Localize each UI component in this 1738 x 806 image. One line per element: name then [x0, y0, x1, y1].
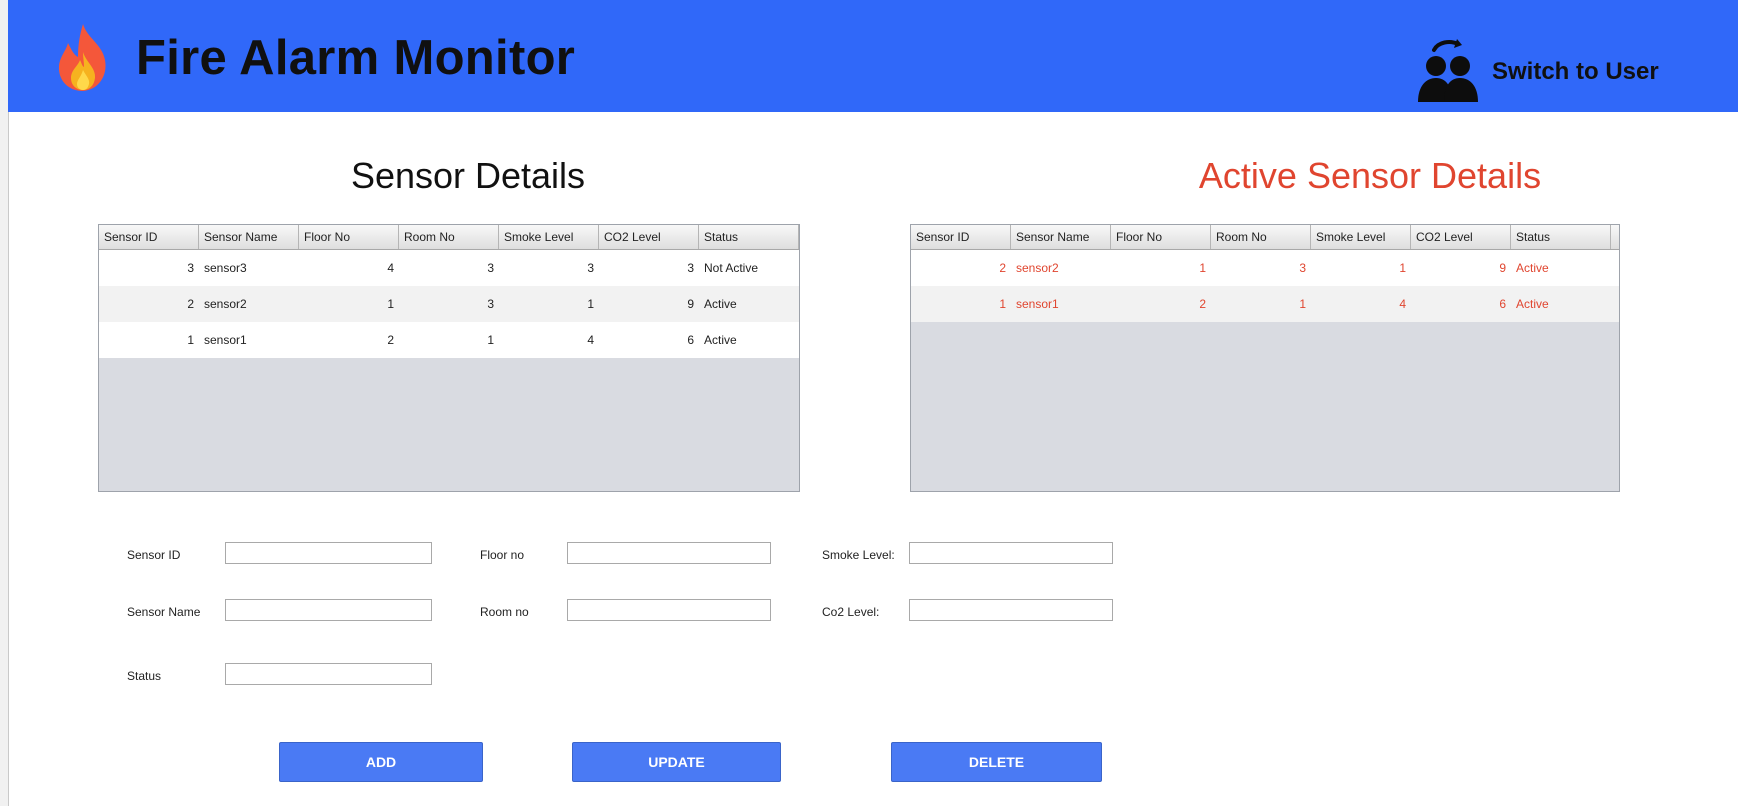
- cell-room-no: 3: [487, 261, 494, 275]
- column-header-sensor-id[interactable]: Sensor ID: [911, 225, 1011, 249]
- status-label: Status: [127, 669, 162, 683]
- sensor-details-title: Sensor Details: [350, 155, 586, 196]
- cell-smoke-level: 4: [587, 333, 594, 347]
- smoke-level-field[interactable]: [909, 542, 1113, 564]
- cell-sensor-name: sensor2: [1016, 261, 1059, 275]
- floor-no-label: Floor no: [480, 548, 525, 562]
- column-header-co2-level[interactable]: CO2 Level: [1411, 225, 1511, 249]
- cell-room-no: 1: [487, 333, 494, 347]
- smoke-level-label: Smoke Level:: [822, 548, 895, 562]
- update-button[interactable]: UPDATE: [572, 742, 781, 782]
- sensor-name-label: Sensor Name: [127, 605, 201, 619]
- cell-co2-level: 9: [687, 297, 694, 311]
- table-row[interactable]: 2 sensor2 1 3 1 9 Active: [911, 250, 1619, 286]
- sensor-id-field[interactable]: [225, 542, 432, 564]
- cell-smoke-level: 1: [587, 297, 594, 311]
- cell-smoke-level: 1: [1399, 261, 1406, 275]
- table-row[interactable]: 3 sensor3 4 3 3 3 Not Active: [99, 250, 799, 286]
- active-sensor-table[interactable]: Sensor ID Sensor Name Floor No Room No S…: [910, 224, 1620, 492]
- app-title: Fire Alarm Monitor: [136, 31, 576, 85]
- cell-sensor-id: 2: [187, 297, 194, 311]
- switch-to-user-button[interactable]: Switch to User: [1412, 36, 1659, 108]
- column-header-room-no[interactable]: Room No: [1211, 225, 1311, 249]
- column-header-smoke-level[interactable]: Smoke Level: [1311, 225, 1411, 249]
- cell-sensor-name: sensor3: [204, 261, 247, 275]
- sensor-name-field[interactable]: [225, 599, 432, 621]
- column-header-sensor-name[interactable]: Sensor Name: [199, 225, 299, 249]
- table-row[interactable]: 1 sensor1 2 1 4 6 Active: [911, 286, 1619, 322]
- cell-room-no: 3: [1299, 261, 1306, 275]
- column-header-status[interactable]: Status: [699, 225, 799, 249]
- room-no-field[interactable]: [567, 599, 771, 621]
- cell-sensor-name: sensor2: [204, 297, 247, 311]
- cell-sensor-id: 1: [187, 333, 194, 347]
- room-no-label: Room no: [480, 605, 529, 619]
- cell-status: Active: [1516, 261, 1549, 275]
- cell-smoke-level: 3: [587, 261, 594, 275]
- cell-room-no: 1: [1299, 297, 1306, 311]
- cell-status: Active: [704, 297, 737, 311]
- switch-to-user-label: Switch to User: [1492, 58, 1659, 85]
- active-sensor-details-title: Active Sensor Details: [1198, 155, 1542, 196]
- delete-button[interactable]: DELETE: [891, 742, 1102, 782]
- cell-status: Active: [704, 333, 737, 347]
- cell-sensor-id: 3: [187, 261, 194, 275]
- status-field[interactable]: [225, 663, 432, 685]
- cell-floor-no: 1: [387, 297, 394, 311]
- cell-co2-level: 3: [687, 261, 694, 275]
- floor-no-field[interactable]: [567, 542, 771, 564]
- cell-co2-level: 9: [1499, 261, 1506, 275]
- cell-co2-level: 6: [1499, 297, 1506, 311]
- cell-smoke-level: 4: [1399, 297, 1406, 311]
- app-header: Fire Alarm Monitor Switch to User: [8, 0, 1738, 112]
- column-header-co2-level[interactable]: CO2 Level: [599, 225, 699, 249]
- table-row[interactable]: 1 sensor1 2 1 4 6 Active: [99, 322, 799, 358]
- co2-level-field[interactable]: [909, 599, 1113, 621]
- column-header-room-no[interactable]: Room No: [399, 225, 499, 249]
- cell-floor-no: 1: [1199, 261, 1206, 275]
- cell-sensor-name: sensor1: [204, 333, 247, 347]
- user-switch-icon: [1418, 39, 1478, 102]
- table-header: Sensor ID Sensor Name Floor No Room No S…: [99, 225, 799, 250]
- cell-sensor-name: sensor1: [1016, 297, 1059, 311]
- sensor-id-label: Sensor ID: [127, 548, 181, 562]
- cell-floor-no: 4: [387, 261, 394, 275]
- cell-floor-no: 2: [1199, 297, 1206, 311]
- column-header-sensor-name[interactable]: Sensor Name: [1011, 225, 1111, 249]
- column-header-status[interactable]: Status: [1511, 225, 1611, 249]
- column-header-floor-no[interactable]: Floor No: [299, 225, 399, 249]
- fire-icon: [50, 22, 116, 94]
- column-header-sensor-id[interactable]: Sensor ID: [99, 225, 199, 249]
- column-header-smoke-level[interactable]: Smoke Level: [499, 225, 599, 249]
- co2-level-label: Co2 Level:: [822, 605, 880, 619]
- cell-status: Not Active: [704, 261, 759, 275]
- cell-status: Active: [1516, 297, 1549, 311]
- sensor-table[interactable]: Sensor ID Sensor Name Floor No Room No S…: [98, 224, 800, 492]
- cell-floor-no: 2: [387, 333, 394, 347]
- cell-co2-level: 6: [687, 333, 694, 347]
- table-row[interactable]: 2 sensor2 1 3 1 9 Active: [99, 286, 799, 322]
- cell-sensor-id: 1: [999, 297, 1006, 311]
- add-button[interactable]: ADD: [279, 742, 483, 782]
- table-header: Sensor ID Sensor Name Floor No Room No S…: [911, 225, 1619, 250]
- cell-room-no: 3: [487, 297, 494, 311]
- cell-sensor-id: 2: [999, 261, 1006, 275]
- column-header-floor-no[interactable]: Floor No: [1111, 225, 1211, 249]
- window-edge: [0, 0, 9, 806]
